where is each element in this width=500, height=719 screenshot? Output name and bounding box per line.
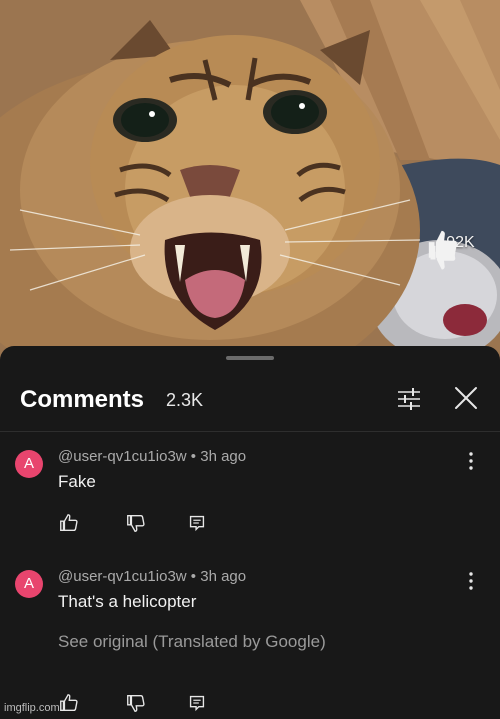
- drag-handle[interactable]: [226, 356, 274, 360]
- more-options-icon[interactable]: [462, 570, 480, 592]
- comment-like-icon[interactable]: [58, 512, 80, 534]
- close-icon[interactable]: [452, 384, 480, 412]
- comment-text: That's a helicopter: [58, 592, 197, 611]
- comment-meta: @user-qv1cu1io3w • 3h ago: [58, 568, 246, 585]
- avatar[interactable]: A: [15, 450, 43, 478]
- meta-separator: •: [190, 568, 197, 585]
- avatar[interactable]: A: [15, 570, 43, 598]
- like-action[interactable]: 192K: [426, 228, 486, 270]
- comments-sheet: Comments 2.3K A @user-qv1cu1io3w • 3h ag…: [0, 346, 500, 719]
- comment-like-icon[interactable]: [58, 692, 80, 714]
- header-divider: [0, 431, 500, 432]
- reply-icon[interactable]: [186, 512, 208, 534]
- comment-meta: @user-qv1cu1io3w • 3h ago: [58, 448, 246, 465]
- cat-photo: [0, 0, 500, 362]
- comment-time: 3h ago: [200, 568, 247, 585]
- watermark: imgflip.com: [4, 702, 60, 714]
- comment-text: Fake: [58, 472, 96, 491]
- reply-icon[interactable]: [186, 692, 208, 714]
- comments-header: Comments 2.3K: [0, 376, 500, 424]
- see-original-link[interactable]: See original (Translated by Google): [58, 632, 326, 652]
- comment-dislike-icon[interactable]: [125, 512, 147, 534]
- more-options-icon[interactable]: [462, 450, 480, 472]
- thumbs-down-icon[interactable]: [426, 242, 460, 272]
- comment-username[interactable]: @user-qv1cu1io3w: [58, 448, 187, 465]
- video-frame[interactable]: 192K: [0, 0, 500, 362]
- filter-icon[interactable]: [396, 386, 422, 412]
- meta-separator: •: [190, 448, 197, 465]
- comment-time: 3h ago: [200, 448, 247, 465]
- comment-username[interactable]: @user-qv1cu1io3w: [58, 568, 187, 585]
- comments-title: Comments: [20, 386, 145, 413]
- comment-dislike-icon[interactable]: [125, 692, 147, 714]
- comments-count: 2.3K: [166, 390, 204, 410]
